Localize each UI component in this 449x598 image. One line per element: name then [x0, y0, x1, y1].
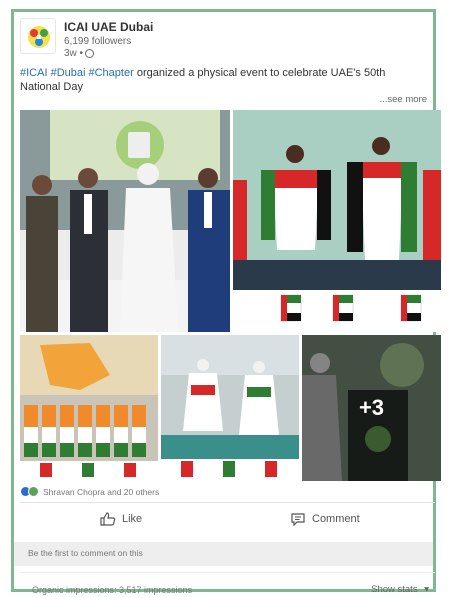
impressions-text: Organic impressions: 3,517 impressions [32, 585, 193, 595]
see-more-link[interactable]: ...see more [379, 94, 427, 105]
globe-icon [85, 49, 95, 58]
photo-children-group[interactable] [20, 335, 158, 481]
chevron-down-icon: ▾ [424, 584, 429, 595]
like-icon [100, 512, 116, 526]
photo-podium-more[interactable]: +3 [302, 335, 441, 481]
comment-button[interactable]: Comment [290, 512, 360, 526]
show-stats-button[interactable]: Show stats ▾ [371, 584, 429, 595]
photo-award-ceremony[interactable] [20, 110, 230, 332]
time-text: 3w • [64, 48, 84, 59]
post-time: 3w • [64, 48, 95, 59]
hashtag-dubai[interactable]: #Dubai [51, 67, 86, 79]
like-label: Like [122, 513, 143, 525]
post-text: #ICAI #Dubai #Chapter organized a physic… [20, 66, 430, 94]
show-stats-label: Show stats [371, 584, 418, 595]
photo-traditional-dance[interactable] [161, 335, 299, 481]
org-name[interactable]: ICAI UAE Dubai [64, 20, 153, 34]
hashtag-icai[interactable]: #ICAI [20, 67, 48, 79]
celebrate-reaction-icon [28, 486, 39, 497]
post-text-line1: organized a physical event to celebrate … [136, 67, 386, 79]
reactions-text: Shravan Chopra and 20 others [43, 486, 160, 497]
reactions-summary[interactable]: Shravan Chopra and 20 others [20, 486, 159, 497]
followers-count: 6,199 followers [64, 36, 132, 47]
more-photos-count[interactable]: +3 [302, 395, 441, 421]
like-button[interactable]: Like [100, 512, 142, 526]
post-header: ICAI UAE Dubai 6,199 followers 3w • [20, 14, 420, 64]
comment-icon [291, 513, 305, 526]
org-logo[interactable] [20, 18, 56, 54]
comment-label: Comment [312, 513, 360, 525]
divider-top [20, 502, 435, 503]
hashtag-chapter[interactable]: #Chapter [89, 67, 134, 79]
post-text-line2: National Day [20, 81, 83, 93]
photo-flag-dance[interactable] [233, 110, 441, 332]
divider-bottom [20, 572, 435, 573]
first-comment-text: Be the first to comment on this [28, 548, 143, 558]
first-comment-bar[interactable]: Be the first to comment on this [14, 542, 433, 566]
